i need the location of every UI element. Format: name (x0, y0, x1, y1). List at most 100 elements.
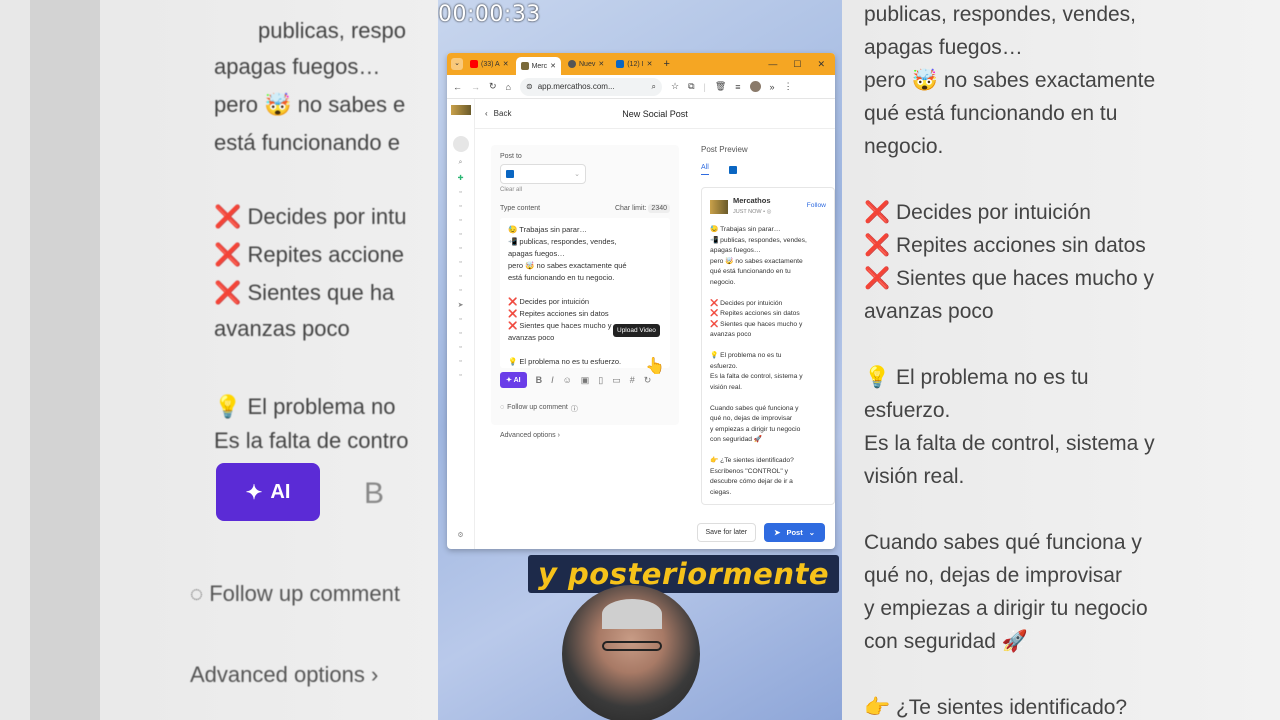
italic-icon[interactable]: I (551, 375, 554, 385)
tab-all[interactable]: All (701, 164, 709, 175)
post-button[interactable]: ➤ Post ⌄ (764, 522, 825, 542)
search-icon[interactable]: ⌕ (459, 159, 463, 167)
more-tabs-icon[interactable]: » (770, 82, 775, 92)
presenter-hair (602, 599, 662, 629)
ai-button[interactable]: ✦ AI (500, 372, 527, 388)
chat-icon: ◌ (190, 581, 210, 606)
post-editor: Post to ⌄ Clear all Type content Char li… (491, 145, 679, 439)
new-tab-button[interactable]: + (659, 58, 673, 70)
bg-left-line: publicas, respo (258, 18, 406, 43)
nav-icon[interactable]: ▫ (459, 358, 461, 365)
account-select[interactable]: ⌄ (500, 164, 586, 184)
advanced-label: Advanced options (500, 432, 556, 439)
search-icon: ⌕ (651, 81, 656, 91)
bg-left-line: ❌ Sientes que ha (214, 280, 395, 305)
profile-icon[interactable] (749, 81, 761, 92)
nav-icon[interactable]: ▫ (459, 287, 461, 294)
tab-linkedin-icon[interactable] (728, 165, 737, 174)
home-icon[interactable]: ⌂ (506, 82, 511, 92)
left-sidebar: ⌕ ✚ ▫ ▫ ▫ ▫ ▫ ▫ ▫ ▫ ➤ ▫ ▫ ▫ ▫ ▫ ⚙ (447, 99, 475, 549)
close-window-icon[interactable]: ✕ (817, 59, 825, 70)
document-icon[interactable]: ▯ (598, 375, 603, 386)
nav-icon[interactable]: ▫ (459, 316, 461, 323)
presenter-glasses (602, 641, 662, 651)
tab-bar: ⌄ (33) A ✕ Merc ✕ Nuev ✕ (12) I ✕ + — ☐ ✕ (447, 53, 835, 75)
extensions-icon[interactable]: ⧉ (688, 81, 694, 92)
nav-icon[interactable]: ▫ (459, 259, 461, 266)
nav-icon[interactable]: ▫ (459, 217, 461, 224)
bg-left-line: 💡 El problema no (214, 394, 396, 419)
nav-icon[interactable]: ▫ (459, 189, 461, 196)
forward-arrow-icon[interactable]: → (471, 82, 480, 92)
browser-tab-active[interactable]: Merc ✕ (515, 57, 561, 75)
nav-icon[interactable]: ▫ (459, 203, 461, 210)
reload-icon[interactable]: ↻ (489, 81, 497, 92)
preview-heading: Post Preview (701, 145, 748, 154)
hashtag-icon[interactable]: # (630, 375, 635, 385)
clear-all-link[interactable]: Clear all (500, 187, 670, 193)
close-icon[interactable]: ✕ (550, 62, 556, 70)
video-icon[interactable]: ▭ (612, 375, 621, 386)
back-button[interactable]: ‹ Back (485, 109, 511, 118)
trash-icon[interactable]: 🗑 (715, 81, 726, 92)
bg-left-line: pero 🤯 no sabes e (214, 92, 406, 117)
back-label: Back (493, 109, 512, 118)
bg-ai-button: ✦ AI (216, 463, 320, 521)
maximize-icon[interactable]: ☐ (793, 59, 801, 70)
content-textarea[interactable]: 😓 Trabajas sin parar… 📲 publicas, respon… (500, 218, 670, 368)
add-icon[interactable]: ✚ (458, 174, 464, 182)
bold-icon[interactable]: B (536, 375, 543, 385)
chevron-down-icon: ⌄ (574, 171, 580, 178)
browser-tab[interactable]: (33) A ✕ (465, 55, 514, 73)
reading-list-icon[interactable]: ≡ (735, 82, 740, 92)
tab-label: (12) I (627, 60, 644, 68)
nav-icon[interactable]: ▫ (459, 245, 461, 252)
content-row: Type content Char limit: 2340 (500, 204, 670, 213)
user-icon[interactable] (452, 136, 469, 152)
bg-left-line: Es la falta de contro (214, 428, 409, 453)
sidebar-divider: | (703, 81, 706, 92)
save-for-later-button[interactable]: Save for later (696, 522, 757, 542)
close-icon[interactable]: ✕ (598, 60, 604, 68)
follow-button[interactable]: Follow (807, 201, 826, 212)
nav-icon[interactable]: ▫ (459, 273, 461, 280)
help-icon: ⓘ (570, 406, 578, 413)
video-frame: 00:00:33 ⌄ (33) A ✕ Merc ✕ Nuev ✕ (12) I ✕ +… (438, 0, 842, 720)
nav-icon[interactable]: ▫ (459, 231, 461, 238)
nav-icon[interactable]: ▫ (459, 344, 461, 351)
nav-icon[interactable]: ▫ (459, 372, 461, 379)
menu-dots-icon[interactable]: ⋮ (784, 81, 793, 92)
emoji-icon[interactable]: ☺ (563, 375, 572, 385)
char-limit: Char limit: 2340 (614, 204, 670, 213)
close-icon[interactable]: ✕ (503, 60, 509, 68)
url-field[interactable]: ⊜ app.mercathos.com... ⌕ (519, 77, 662, 96)
settings-icon[interactable]: ⚙ (457, 531, 463, 539)
advanced-options[interactable]: Advanced options › (500, 432, 670, 439)
browser-tab[interactable]: Nuev ✕ (563, 55, 609, 73)
background-left: publicas, respo apagas fuegos… pero 🤯 no… (0, 0, 438, 720)
app-area: ⌕ ✚ ▫ ▫ ▫ ▫ ▫ ▫ ▫ ▫ ➤ ▫ ▫ ▫ ▫ ▫ ⚙ ‹ Back… (447, 99, 835, 549)
send-icon: ➤ (774, 527, 781, 537)
chevron-down-icon: ⌄ (808, 527, 815, 537)
back-arrow-icon[interactable]: ← (453, 82, 462, 92)
bg-advanced-label: Advanced options (190, 662, 365, 687)
star-icon[interactable]: ☆ (671, 81, 679, 92)
tab-search-button[interactable]: ⌄ (451, 58, 463, 70)
browser-tab[interactable]: (12) I ✕ (611, 55, 657, 73)
char-limit-label: Char limit: (614, 205, 647, 212)
background-left-strip (30, 0, 100, 720)
image-icon[interactable]: ▣ (581, 375, 590, 386)
youtube-icon (470, 60, 478, 68)
site-info-icon: ⊜ (525, 82, 533, 91)
close-icon[interactable]: ✕ (647, 60, 653, 68)
minimize-icon[interactable]: — (768, 59, 777, 70)
refresh-icon[interactable]: ↻ (644, 375, 652, 386)
bg-right-text: publicas, respondes, vendes, apagas fueg… (864, 3, 1156, 719)
nav-icon[interactable]: ▫ (459, 330, 461, 337)
follow-up-row[interactable]: ◌ Follow up comment ⓘ (500, 404, 670, 414)
linkedin-icon (506, 170, 514, 178)
bg-left-line: ❌ Decides por intu (214, 204, 407, 229)
bg-left-line: está funcionando e (214, 130, 400, 155)
send-icon[interactable]: ➤ (458, 301, 464, 309)
background-right: publicas, respondes, vendes, apagas fueg… (842, 0, 1280, 720)
